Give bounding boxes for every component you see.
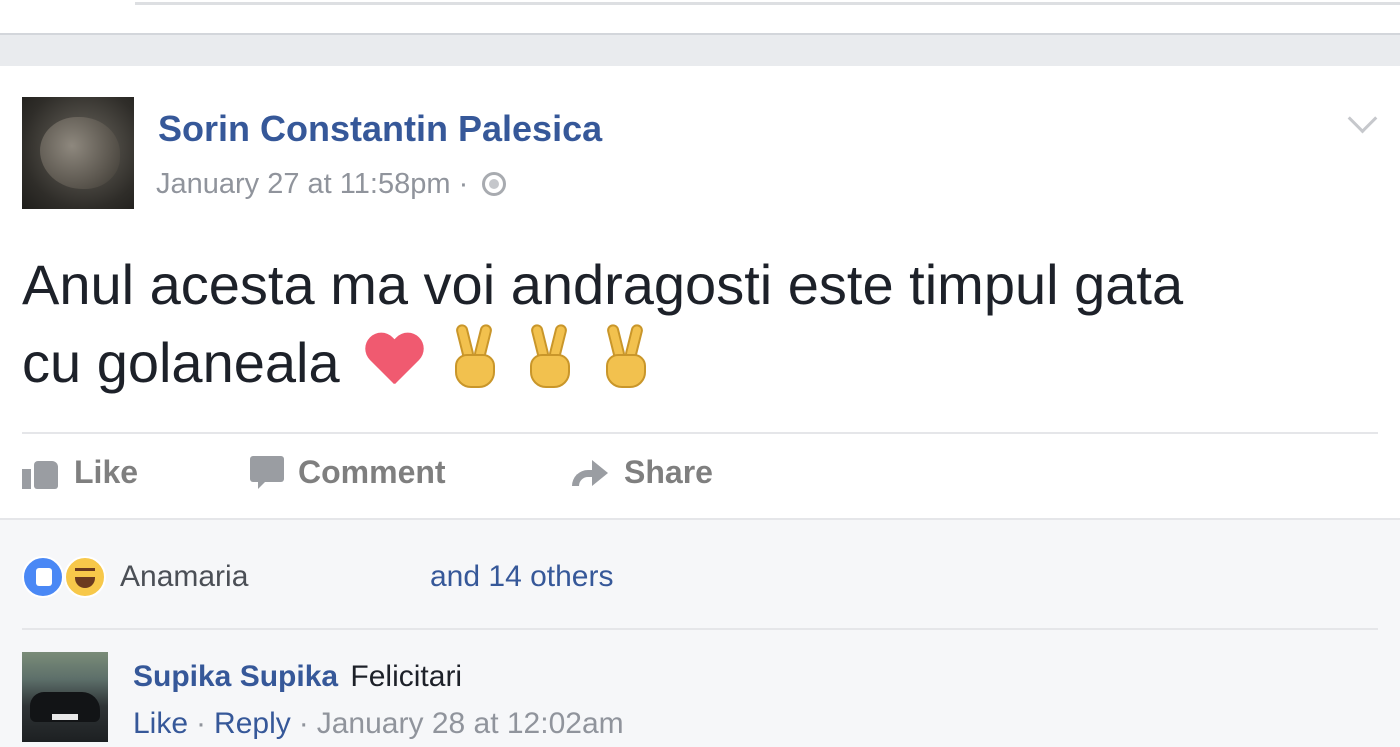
feed-gap: [0, 33, 1400, 66]
comment-separator: ·: [298, 707, 309, 740]
comment-text: Felicitari: [350, 660, 463, 693]
reactor-name[interactable]: Anamaria: [120, 560, 248, 594]
haha-reaction-icon: [64, 556, 106, 598]
heart-icon: [363, 334, 425, 390]
chevron-down-icon[interactable]: [1347, 103, 1378, 134]
globe-icon[interactable]: [482, 172, 507, 196]
previous-post-divider: [135, 2, 1400, 5]
previous-post-edge: [0, 0, 1400, 33]
reactor-others-link[interactable]: and 14 others: [430, 560, 613, 594]
avatar-photo: [40, 117, 120, 189]
comment-like-link[interactable]: Like: [133, 707, 188, 740]
victory-hand-icon: [524, 323, 576, 390]
commenter-avatar[interactable]: [22, 652, 108, 742]
actions-divider: [22, 432, 1378, 434]
share-label: Share: [624, 454, 713, 490]
like-reaction-icon: [22, 556, 64, 598]
author-name[interactable]: Sorin Constantin Palesica: [158, 108, 602, 150]
meta-separator: ·: [458, 168, 469, 200]
comments-section: Anamaria and 14 others Supika Supika Fel…: [0, 520, 1400, 747]
like-label: Like: [74, 454, 139, 490]
comment-timestamp[interactable]: January 28 at 12:02am: [317, 707, 624, 740]
share-button[interactable]: Share: [572, 454, 713, 491]
comments-divider: [22, 628, 1378, 630]
comment-separator: ·: [196, 707, 207, 740]
comment-reply-link[interactable]: Reply: [214, 707, 291, 740]
post-card: Sorin Constantin Palesica January 27 at …: [0, 66, 1400, 747]
author-avatar[interactable]: [22, 97, 134, 209]
comment-label: Comment: [298, 454, 446, 490]
post-text: Anul acesta ma voi andragosti este timpu…: [22, 246, 1392, 402]
post-meta: January 27 at 11:58pm ·: [156, 168, 507, 201]
post-text-line-2-row: cu golaneala: [22, 323, 1392, 402]
comment-bubble-icon: [250, 455, 284, 490]
post-timestamp[interactable]: January 27 at 11:58pm: [156, 168, 451, 200]
victory-hand-icon: [600, 323, 652, 390]
like-button[interactable]: Like: [22, 454, 138, 491]
comment: Supika Supika Felicitari: [133, 660, 462, 694]
victory-hand-icon: [449, 323, 501, 390]
commenter-name[interactable]: Supika Supika: [133, 660, 338, 693]
comment-button[interactable]: Comment: [250, 454, 446, 491]
thumbs-up-icon: [22, 455, 60, 491]
post-text-line-2: cu golaneala: [22, 331, 340, 394]
share-arrow-icon: [572, 458, 610, 488]
post-text-line-1: Anul acesta ma voi andragosti este timpu…: [22, 253, 1184, 316]
comment-actions: Like · Reply · January 28 at 12:02am: [133, 707, 624, 741]
